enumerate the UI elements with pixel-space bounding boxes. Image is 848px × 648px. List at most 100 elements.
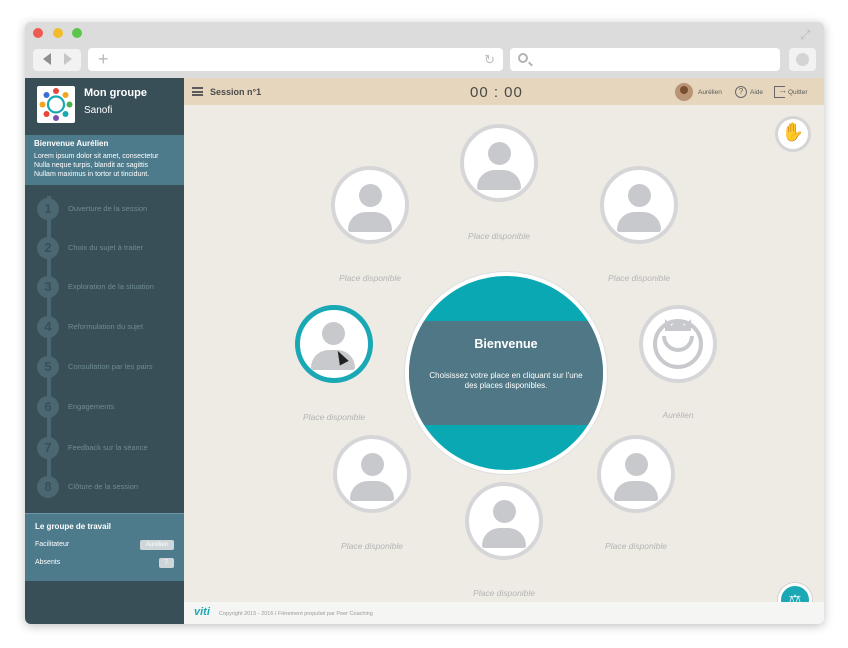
quit-link[interactable]: Quitter (788, 89, 808, 96)
fullscreen-icon[interactable]: ⤢ (800, 28, 816, 42)
facilitator-badge: Aurélien (139, 540, 174, 550)
group-title: Mon groupe (84, 87, 147, 99)
step-3[interactable]: 3 Exploration de la situation (37, 276, 184, 298)
welcome-heading: Bienvenue (474, 337, 538, 351)
copyright-text: Copyright 2015 - 2016 I Fièrement propul… (219, 611, 373, 617)
seat-left-selected[interactable] (295, 305, 373, 383)
welcome-line: Nulla neque turpis, blandit ac sagittis (34, 162, 149, 169)
close-window-dot[interactable] (33, 28, 43, 38)
step-label: Consultation par les pairs (68, 362, 153, 371)
step-8[interactable]: 8 Clôture de la session (37, 476, 184, 498)
reload-icon[interactable]: ↻ (484, 52, 495, 68)
step-label: Ouverture de la session (68, 204, 148, 213)
step-1[interactable]: 1 Ouverture de la session (37, 198, 184, 220)
absent-label: Absents (35, 559, 61, 566)
seat-top-right[interactable] (600, 166, 678, 244)
step-number: 6 (37, 396, 59, 418)
team-panel: Le groupe de travail Facilitateur Auréli… (25, 513, 184, 581)
absent-row: Absents 7 (35, 558, 174, 570)
back-arrow-icon[interactable] (43, 53, 51, 65)
footer: viti Copyright 2015 - 2016 I Fièrement p… (184, 602, 824, 624)
person-icon (361, 453, 384, 476)
step-number: 7 (37, 437, 59, 459)
step-number: 5 (37, 356, 59, 378)
welcome-instructions: Choisissez votre place en cliquant sur l… (429, 371, 583, 390)
new-tab-plus-icon[interactable]: + (98, 49, 109, 69)
step-4[interactable]: 4 Reformulation du sujet (37, 316, 184, 338)
seat-label: Place disponible (473, 588, 535, 598)
help-link[interactable]: Aide (750, 89, 763, 96)
step-number: 2 (37, 237, 59, 259)
seat-label: Place disponible (608, 273, 670, 283)
person-icon (628, 184, 651, 207)
seat-bottom-right[interactable] (597, 435, 675, 513)
session-title: Session n°1 (210, 87, 262, 97)
seat-label: Place disponible (339, 273, 401, 283)
seat-facilitator (639, 305, 717, 383)
team-title: Le groupe de travail (35, 522, 112, 531)
hamburger-menu-icon[interactable] (192, 87, 203, 96)
person-icon (359, 184, 382, 207)
person-icon (322, 322, 345, 345)
raise-hand-button[interactable]: ✋ (775, 116, 811, 152)
extension-button[interactable] (789, 48, 816, 71)
top-bar: Session n°1 00 : 00 Aurélien ? Aide Quit… (184, 78, 824, 105)
forward-arrow-icon[interactable] (64, 53, 72, 65)
person-icon (488, 142, 511, 165)
user-name[interactable]: Aurélien (698, 89, 722, 96)
footer-logo: viti (194, 606, 210, 618)
main-area: Session n°1 00 : 00 Aurélien ? Aide Quit… (184, 78, 824, 624)
search-icon (518, 53, 528, 63)
browser-window: ⤢ + ↻ Mon groupe Sanofi Bienvenue Auréli… (25, 22, 824, 624)
step-label: Exploration de la situation (68, 282, 154, 291)
step-5[interactable]: 5 Consultation par les pairs (37, 356, 184, 378)
step-7[interactable]: 7 Feedback sur la séance (37, 437, 184, 459)
facilitator-row: Facilitateur Aurélien (35, 540, 174, 552)
group-header: Mon groupe Sanofi (25, 78, 184, 134)
welcome-line: Nullam maximus in tortor ut tincidunt. (34, 171, 150, 178)
person-body (350, 481, 394, 501)
address-bar[interactable]: + ↻ (88, 48, 503, 71)
browser-search-bar[interactable] (510, 48, 780, 71)
help-icon[interactable]: ? (735, 86, 747, 98)
step-label: Clôture de la session (68, 482, 139, 491)
person-body (614, 481, 658, 501)
step-2[interactable]: 2 Choix du sujet à traiter (37, 237, 184, 259)
person-body (617, 212, 661, 232)
session-timer: 00 : 00 (470, 84, 523, 101)
step-label: Choix du sujet à traiter (68, 243, 144, 252)
person-body (482, 528, 526, 548)
step-number: 4 (37, 316, 59, 338)
group-subtitle: Sanofi (84, 105, 113, 116)
nav-buttons (33, 49, 81, 71)
seat-top-left[interactable] (331, 166, 409, 244)
seat-label: Place disponible (341, 541, 403, 551)
minimize-window-dot[interactable] (53, 28, 63, 38)
group-logo (37, 86, 75, 123)
welcome-panel: Bienvenue Aurélien Lorem ipsum dolor sit… (25, 135, 184, 185)
welcome-line: Lorem ipsum dolor sit amet, consectetur (34, 153, 159, 160)
seat-label: Place disponible (605, 541, 667, 551)
seat-label-facilitator: Aurélien (662, 410, 694, 420)
step-label: Reformulation du sujet (68, 322, 144, 331)
hand-icon: ✋ (781, 122, 805, 142)
absent-count-badge: 7 (158, 558, 174, 568)
step-label: Engagements (68, 402, 115, 411)
person-body (477, 170, 521, 190)
maximize-window-dot[interactable] (72, 28, 82, 38)
person-icon (625, 453, 648, 476)
person-body (348, 212, 392, 232)
seat-label: Place disponible (468, 231, 530, 241)
logout-icon[interactable] (774, 85, 787, 98)
welcome-circle: Bienvenue Choisissez votre place en cliq… (405, 272, 607, 474)
step-number: 8 (37, 476, 59, 498)
step-label: Feedback sur la séance (68, 443, 148, 452)
sidebar: Mon groupe Sanofi Bienvenue Aurélien Lor… (25, 78, 184, 624)
seat-bottom-left[interactable] (333, 435, 411, 513)
welcome-title: Bienvenue Aurélien (34, 139, 109, 148)
seat-top[interactable] (460, 124, 538, 202)
step-6[interactable]: 6 Engagements (37, 396, 184, 418)
user-avatar[interactable] (675, 83, 693, 101)
seat-bottom[interactable] (465, 482, 543, 560)
facilitator-label: Facilitateur (35, 541, 70, 548)
